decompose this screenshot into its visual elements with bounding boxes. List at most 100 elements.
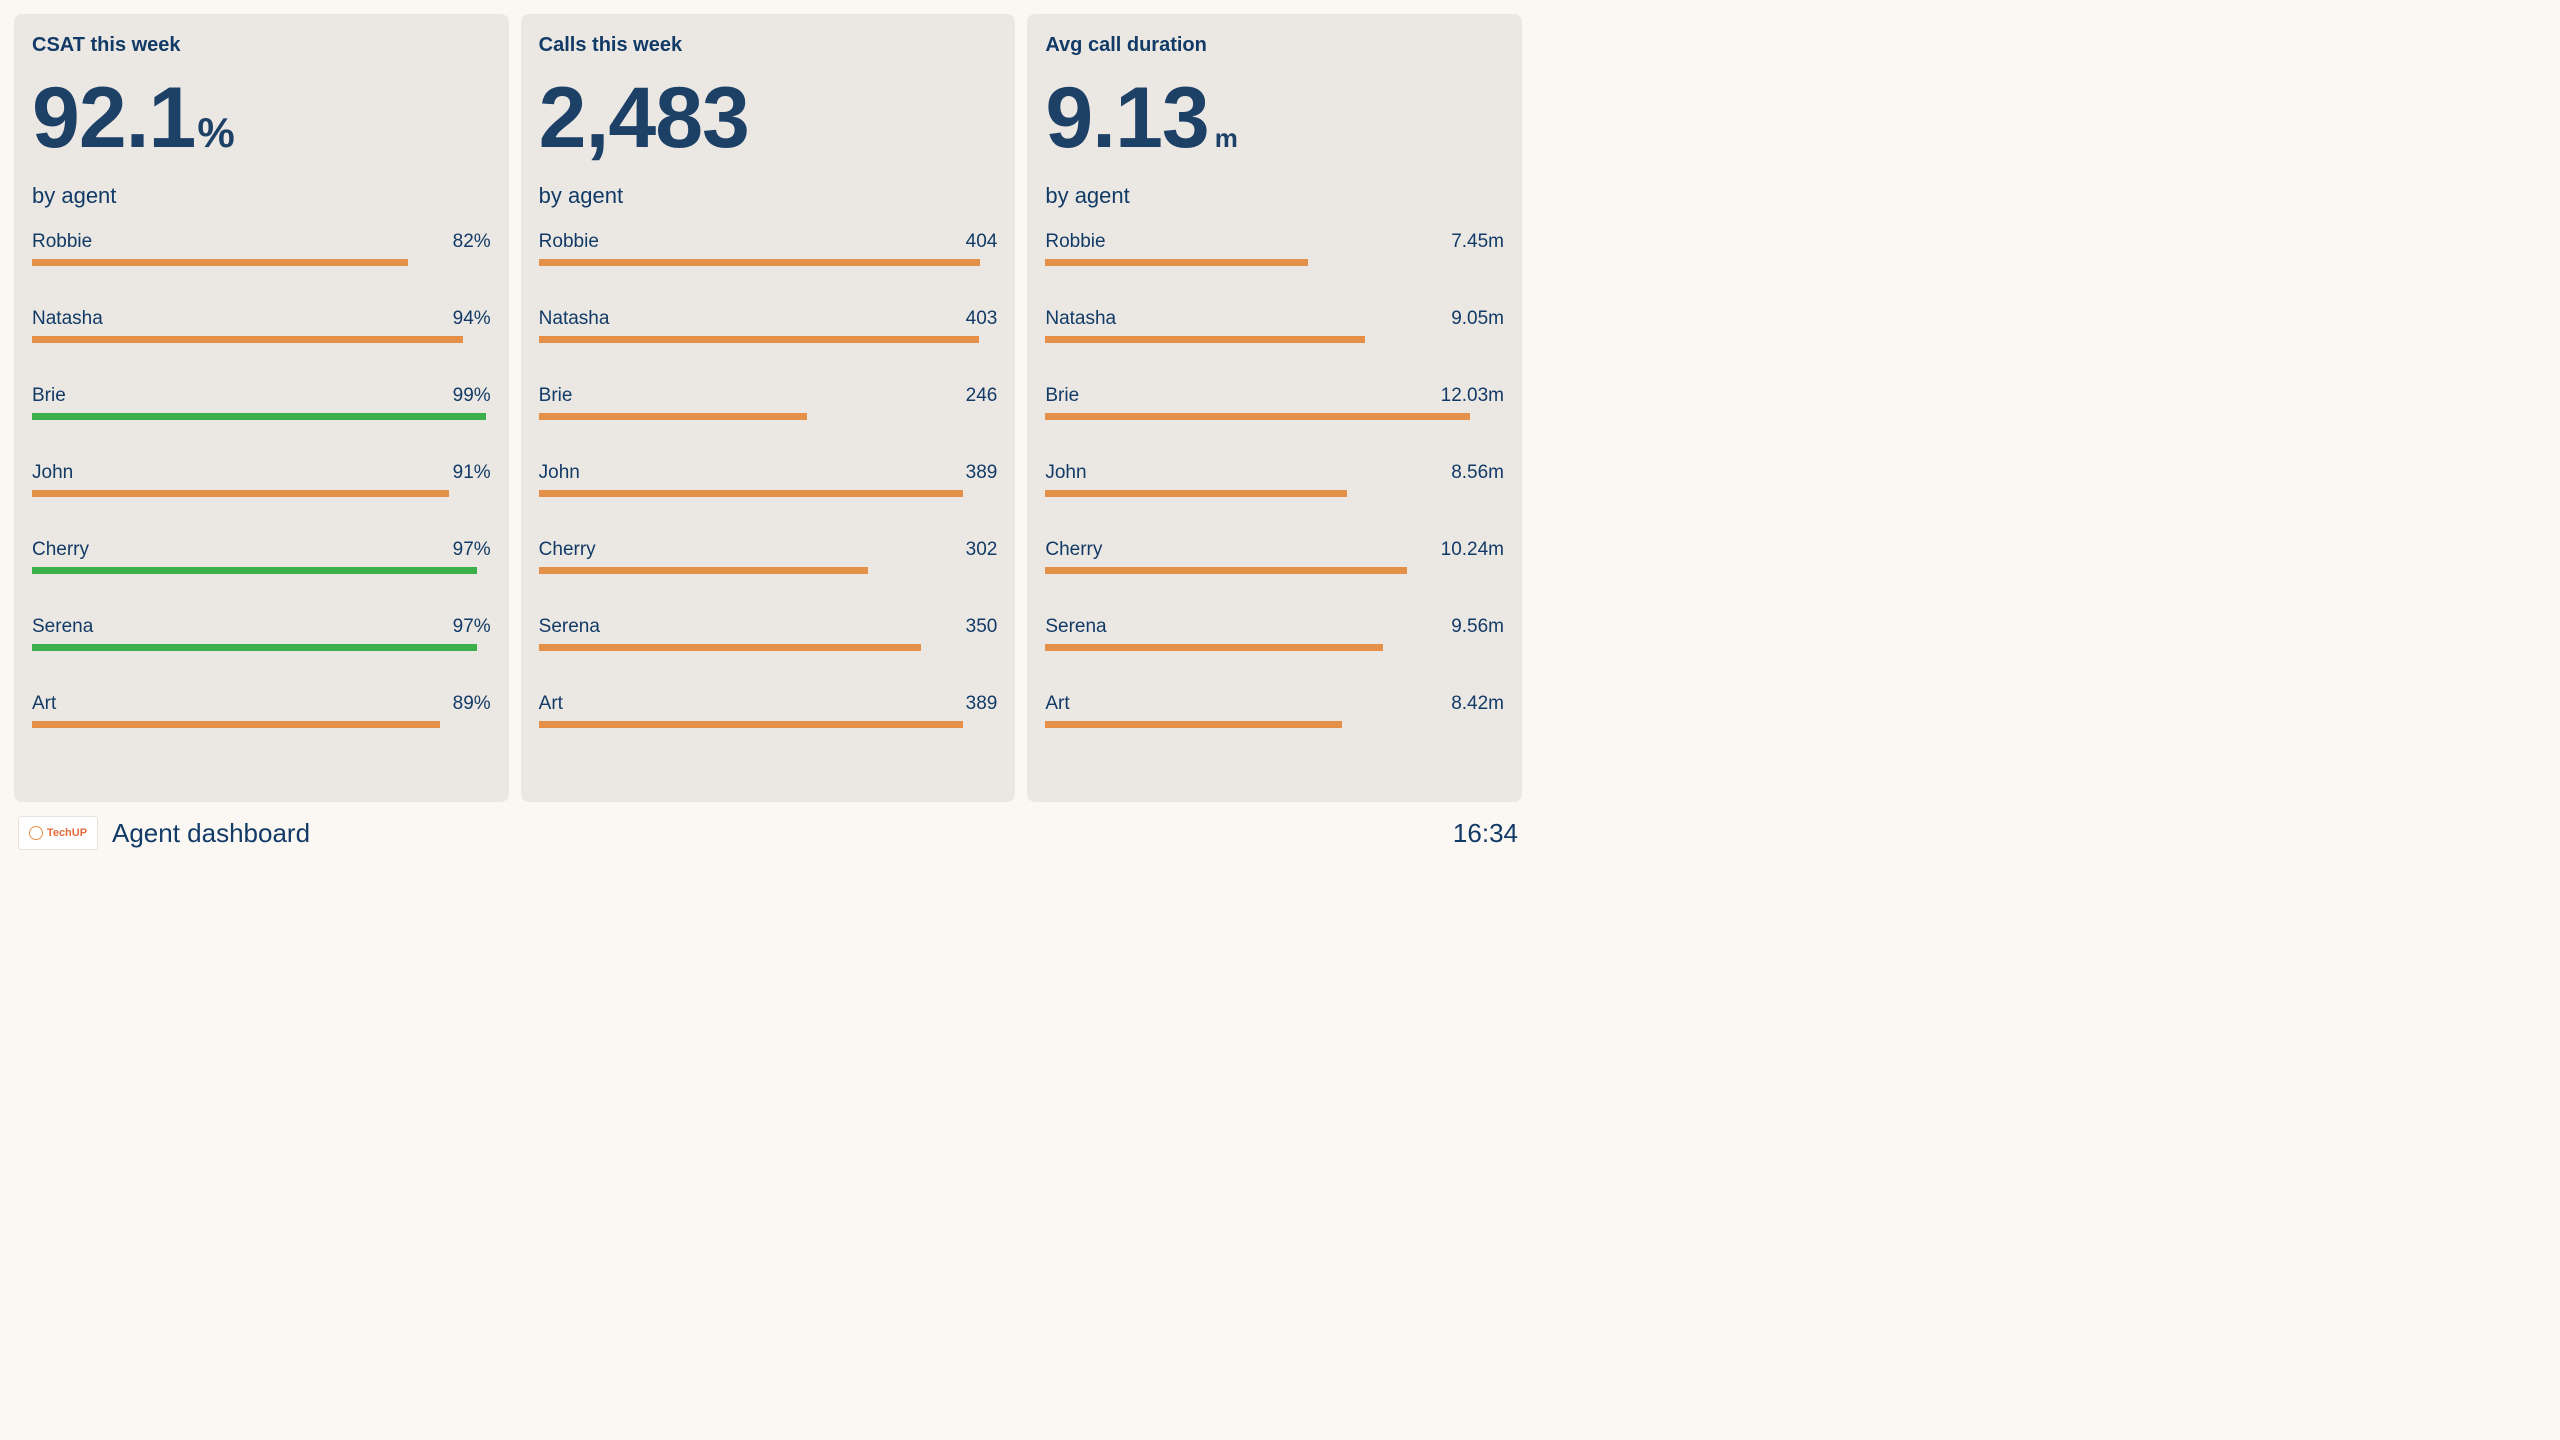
bar-track — [1045, 259, 1504, 266]
bar-row: Cherry 97% — [32, 539, 491, 574]
bar-track — [32, 259, 491, 266]
value: 92.1 — [32, 70, 195, 166]
agent-name: Cherry — [32, 539, 89, 561]
bar-track — [539, 336, 998, 343]
panel-big-value: 92.1% — [32, 75, 491, 161]
bar-track — [32, 567, 491, 574]
agent-name: Natasha — [539, 308, 610, 330]
agent-name: Cherry — [539, 539, 596, 561]
panel-title: Avg call duration — [1045, 34, 1504, 57]
agent-name: Art — [539, 693, 563, 715]
bar-track — [32, 644, 491, 651]
bar-fill — [32, 413, 486, 420]
agent-name: John — [539, 462, 580, 484]
footer-left: TechUP Agent dashboard — [18, 816, 310, 850]
bar-track — [1045, 644, 1504, 651]
bar-row: Natasha94% — [32, 308, 491, 343]
bar-row: Art89% — [32, 693, 491, 728]
panel-calls: Calls this week 2,483 by agent Robbie404… — [521, 14, 1016, 802]
agent-name: John — [32, 462, 73, 484]
agent-value: 302 — [966, 539, 998, 561]
agent-value: 82% — [453, 231, 491, 253]
agent-value: 97% — [453, 539, 491, 561]
bar-row: Serena350 — [539, 616, 998, 651]
bar-header: Natasha9.05m — [1045, 308, 1504, 330]
value: 9.13 — [1045, 70, 1208, 166]
clock: 16:34 — [1453, 818, 1518, 849]
bar-track — [32, 721, 491, 728]
bar-fill — [1045, 336, 1364, 343]
bar-row: Art 389 — [539, 693, 998, 728]
bar-row: Brie 12.03m — [1045, 385, 1504, 420]
sub-label: by agent — [539, 183, 998, 209]
bar-track — [1045, 567, 1504, 574]
bar-track — [539, 413, 998, 420]
agent-name: Robbie — [32, 231, 92, 253]
agent-name: John — [1045, 462, 1086, 484]
lightbulb-icon — [29, 826, 43, 840]
agent-name: Robbie — [539, 231, 599, 253]
panels-row: CSAT this week 92.1% by agent Robbie 82% N… — [14, 14, 1522, 802]
agent-name: Serena — [539, 616, 600, 638]
bar-track — [539, 567, 998, 574]
bar-header: Brie246 — [539, 385, 998, 407]
panel-title: Calls this week — [539, 34, 998, 57]
agent-name: Art — [1045, 693, 1069, 715]
bar-fill — [539, 259, 980, 266]
bar-fill — [32, 336, 463, 343]
bar-fill — [1045, 490, 1347, 497]
bar-fill — [539, 644, 921, 651]
agent-value: 97% — [453, 616, 491, 638]
bar-fill — [32, 490, 449, 497]
bar-fill — [539, 721, 964, 728]
agent-value: 12.03m — [1441, 385, 1504, 407]
agent-value: 389 — [966, 693, 998, 715]
bar-header: John389 — [539, 462, 998, 484]
panel-duration: Avg call duration 9.13m by agent Robbie7… — [1027, 14, 1522, 802]
agent-value: 403 — [966, 308, 998, 330]
bar-header: Art 389 — [539, 693, 998, 715]
bar-header: John 91% — [32, 462, 491, 484]
bar-row: Brie246 — [539, 385, 998, 420]
bar-row: Brie99% — [32, 385, 491, 420]
agent-name: Brie — [1045, 385, 1079, 407]
bar-header: Serena97% — [32, 616, 491, 638]
agent-value: 8.42m — [1451, 693, 1504, 715]
bar-row: Cherry 302 — [539, 539, 998, 574]
bar-fill — [1045, 721, 1342, 728]
bar-header: Art 8.42m — [1045, 693, 1504, 715]
bar-row: Natasha9.05m — [1045, 308, 1504, 343]
agent-name: Serena — [1045, 616, 1106, 638]
bar-fill — [32, 644, 477, 651]
bar-track — [539, 490, 998, 497]
bar-track — [1045, 490, 1504, 497]
bar-fill — [539, 567, 869, 574]
bar-header: Brie99% — [32, 385, 491, 407]
bar-header: Robbie 82% — [32, 231, 491, 253]
bar-track — [539, 259, 998, 266]
agent-value: 8.56m — [1451, 462, 1504, 484]
panel-title: CSAT this week — [32, 34, 491, 57]
bar-row: Robbie404 — [539, 231, 998, 266]
value: 2,483 — [539, 70, 749, 166]
bar-row: Robbie 82% — [32, 231, 491, 266]
agent-name: Brie — [539, 385, 573, 407]
bar-fill — [1045, 259, 1308, 266]
bar-fill — [32, 567, 477, 574]
bar-header: Cherry 97% — [32, 539, 491, 561]
bar-row: Robbie7.45m — [1045, 231, 1504, 266]
bar-row: John 8.56m — [1045, 462, 1504, 497]
bar-header: Robbie7.45m — [1045, 231, 1504, 253]
bar-fill — [539, 336, 979, 343]
agent-value: 89% — [453, 693, 491, 715]
agent-value: 91% — [453, 462, 491, 484]
agent-name: Natasha — [32, 308, 103, 330]
bar-track — [1045, 336, 1504, 343]
footer: TechUP Agent dashboard 16:34 — [14, 802, 1522, 850]
bar-header: Natasha 403 — [539, 308, 998, 330]
bar-fill — [539, 413, 808, 420]
agent-name: Natasha — [1045, 308, 1116, 330]
agent-name: Brie — [32, 385, 66, 407]
bar-fill — [32, 259, 408, 266]
panel-big-value: 2,483 — [539, 75, 998, 161]
